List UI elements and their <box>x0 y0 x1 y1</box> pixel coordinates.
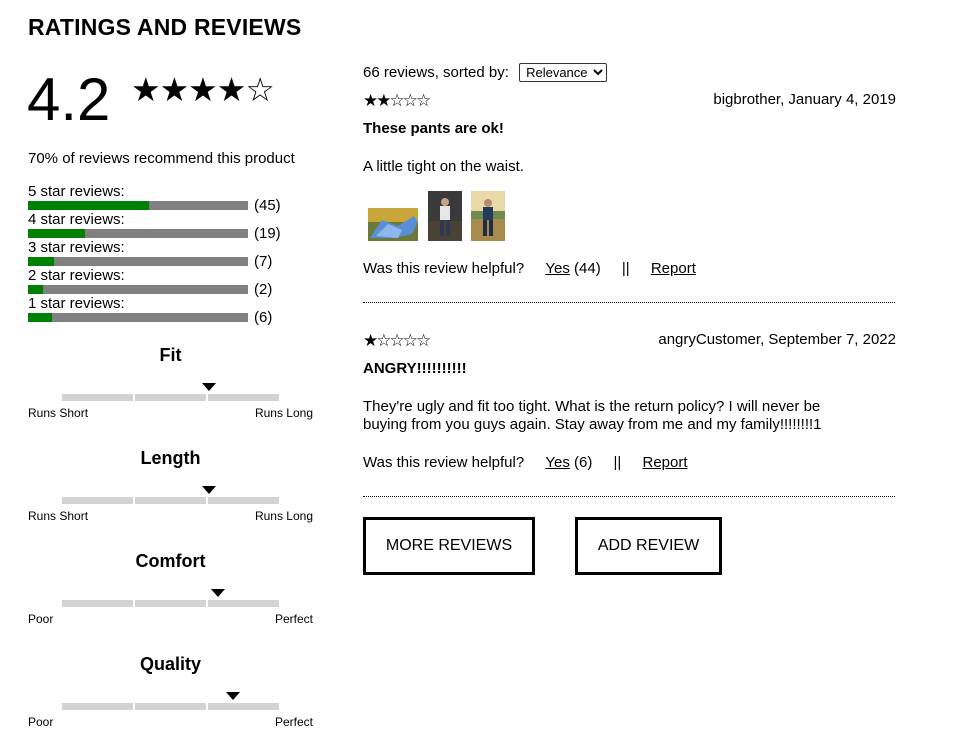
breakdown-bar-fill <box>28 313 53 322</box>
scale-segment <box>135 394 206 401</box>
factor-scale <box>62 600 279 607</box>
breakdown-bar-fill <box>28 285 44 294</box>
factor-low-label: Runs Short <box>28 509 89 523</box>
review-body: A little tight on the waist. <box>363 158 524 175</box>
factor-name: Comfort <box>135 551 206 571</box>
sort-select[interactable]: Relevance <box>519 63 608 82</box>
add-review-button[interactable]: ADD REVIEW <box>575 517 722 575</box>
factor-name: Length <box>140 448 201 468</box>
helpful-separator: || <box>621 260 630 277</box>
review-count-text: 66 reviews, sorted by: <box>363 64 509 81</box>
factor-fit: Fit Runs Short Runs Long <box>28 345 313 425</box>
breakdown-bar-2[interactable] <box>28 285 248 294</box>
scale-segment <box>208 394 279 401</box>
factor-comfort: Comfort Poor Perfect <box>28 551 313 631</box>
factor-marker <box>225 692 240 700</box>
review-photo-thumbnail[interactable] <box>368 208 418 241</box>
breakdown-label: 3 star reviews: <box>28 239 125 256</box>
breakdown-row-1: 1 star reviews: (6) <box>28 295 298 326</box>
helpful-separator: || <box>613 454 622 471</box>
scale-segment <box>62 600 133 607</box>
average-rating: 4.2 <box>27 66 111 133</box>
breakdown-bar-4[interactable] <box>28 229 248 238</box>
factor-scale <box>62 703 279 710</box>
scale-segment <box>135 497 206 504</box>
breakdown-bar-fill <box>28 257 55 266</box>
factor-low-label: Poor <box>28 715 54 729</box>
review-list-header: 66 reviews, sorted by: Relevance <box>363 63 608 82</box>
breakdown-label: 1 star reviews: <box>28 295 125 312</box>
factor-quality: Quality Poor Perfect <box>28 654 313 734</box>
breakdown-label: 5 star reviews: <box>28 183 125 200</box>
review-helpful: Was this review helpful? Yes (6) || Repo… <box>363 454 688 471</box>
factor-high-label: Perfect <box>274 612 313 626</box>
rating-breakdown: 5 star reviews: (45) 4 star reviews: (19… <box>28 183 298 326</box>
scale-segment <box>62 703 133 710</box>
factor-marker <box>210 589 225 597</box>
factor-length: Length Runs Short Runs Long <box>28 448 313 528</box>
factor-name: Fit <box>159 345 182 365</box>
scale-segment <box>62 394 133 401</box>
factor-name: Quality <box>139 654 201 674</box>
factor-marker <box>201 486 216 494</box>
more-reviews-button[interactable]: MORE REVIEWS <box>363 517 535 575</box>
report-link[interactable]: Report <box>651 260 696 277</box>
scale-segment <box>208 703 279 710</box>
breakdown-row-4: 4 star reviews: (19) <box>28 211 298 242</box>
helpful-yes-count: (6) <box>574 454 593 471</box>
factor-high-label: Perfect <box>274 715 313 729</box>
scale-segment <box>135 703 206 710</box>
review-body: They're ugly and fit too tight. What is … <box>363 398 822 433</box>
breakdown-label: 4 star reviews: <box>28 211 125 228</box>
breakdown-row-3: 3 star reviews: (7) <box>28 239 298 270</box>
breakdown-bar-fill <box>28 229 86 238</box>
factor-low-label: Runs Short <box>28 406 89 420</box>
factor-low-label: Poor <box>28 612 54 626</box>
report-link[interactable]: Report <box>643 454 688 471</box>
factor-high-label: Runs Long <box>254 509 313 523</box>
review-meta: angryCustomer, September 7, 2022 <box>658 331 896 348</box>
factor-scale <box>62 394 279 401</box>
review-photo-thumbnail[interactable] <box>428 191 462 241</box>
review-title: ANGRY!!!!!!!!!! <box>363 360 467 377</box>
average-stars: ★★★★☆ <box>131 71 275 108</box>
scale-segment <box>135 600 206 607</box>
review-divider <box>363 302 895 303</box>
review-stars: ★☆☆☆☆ <box>363 331 431 350</box>
helpful-yes-count: (44) <box>574 260 601 277</box>
breakdown-label: 2 star reviews: <box>28 267 125 284</box>
breakdown-row-2: 2 star reviews: (2) <box>28 267 298 298</box>
factor-high-label: Runs Long <box>254 406 313 420</box>
recommend-text: 70% of reviews recommend this product <box>28 150 295 167</box>
review-title: These pants are ok! <box>363 120 504 137</box>
breakdown-row-5: 5 star reviews: (45) <box>28 183 298 214</box>
review-photo-thumbnail[interactable] <box>471 191 505 241</box>
breakdown-bar-1[interactable] <box>28 313 248 322</box>
breakdown-bar-3[interactable] <box>28 257 248 266</box>
breakdown-bar-fill <box>28 201 149 210</box>
helpful-yes-link[interactable]: Yes <box>545 454 569 471</box>
review-divider <box>363 496 895 497</box>
review-meta: bigbrother, January 4, 2019 <box>713 91 896 108</box>
breakdown-bar-5[interactable] <box>28 201 248 210</box>
review-stars: ★★☆☆☆ <box>363 91 431 110</box>
breakdown-count: (6) <box>254 309 273 326</box>
scale-segment <box>208 497 279 504</box>
review-item: ★☆☆☆☆ angryCustomer, September 7, 2022 A… <box>363 331 896 497</box>
page-title: RATINGS AND REVIEWS <box>28 14 302 40</box>
helpful-yes-link[interactable]: Yes <box>545 260 569 277</box>
helpful-question: Was this review helpful? <box>363 454 525 471</box>
factor-scale <box>62 497 279 504</box>
helpful-question: Was this review helpful? <box>363 260 525 277</box>
scale-segment <box>208 600 279 607</box>
review-item: ★★☆☆☆ bigbrother, January 4, 2019 These … <box>363 91 896 303</box>
review-helpful: Was this review helpful? Yes (44) || Rep… <box>363 260 696 277</box>
scale-segment <box>62 497 133 504</box>
factor-marker <box>201 383 216 391</box>
